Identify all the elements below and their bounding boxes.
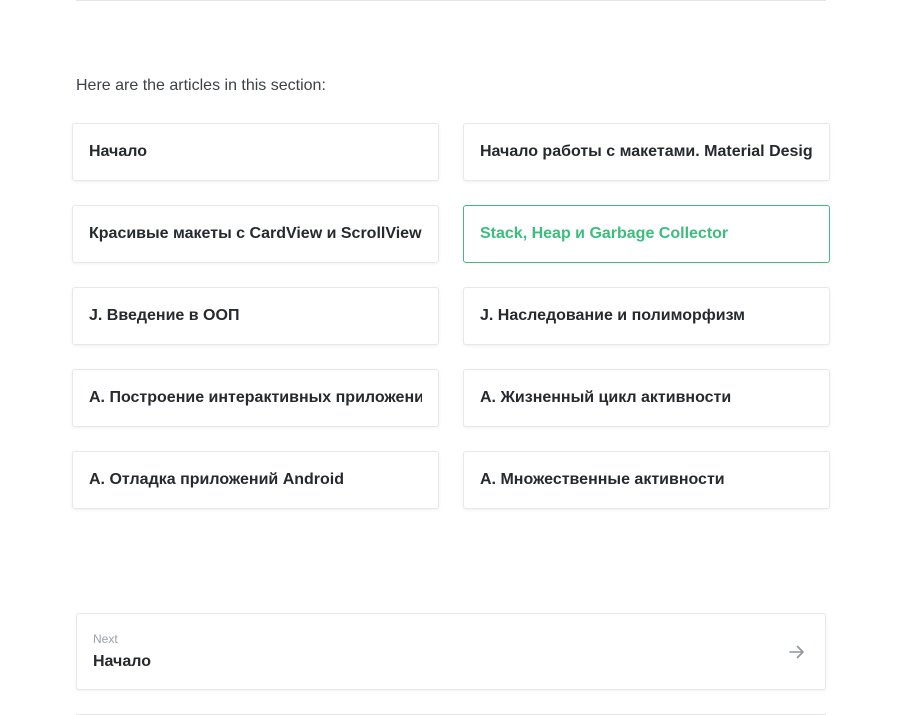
article-title: J. Введение в ООП: [89, 307, 240, 324]
article-title: A. Отладка приложений Android: [89, 471, 345, 488]
article-title: Stack, Heap и Garbage Collector: [480, 225, 729, 242]
top-divider: [76, 0, 826, 1]
next-label: Next: [93, 632, 118, 646]
article-card[interactable]: A. Жизненный цикл активности: [463, 369, 830, 427]
article-card-active[interactable]: Stack, Heap и Garbage Collector: [463, 205, 830, 263]
article-title: Начало работы с макетами. Material Desig…: [480, 143, 813, 160]
article-card[interactable]: Начало: [72, 123, 439, 181]
arrow-right-icon: [789, 645, 804, 659]
article-card[interactable]: A. Множественные активности: [463, 451, 830, 509]
page: Here are the articles in this section: Н…: [0, 0, 913, 715]
article-card[interactable]: Начало работы с макетами. Material Desig…: [463, 123, 830, 181]
article-card[interactable]: A. Отладка приложений Android: [72, 451, 439, 509]
article-title: Начало: [89, 143, 147, 160]
article-title: A. Множественные активности: [480, 471, 725, 488]
article-card[interactable]: J. Наследование и полиморфизм: [463, 287, 830, 345]
article-card[interactable]: A. Построение интерактивных приложений: [72, 369, 439, 427]
next-article-title: Начало: [93, 653, 151, 670]
article-title: A. Жизненный цикл активности: [480, 389, 732, 406]
section-intro: Here are the articles in this section:: [76, 77, 326, 94]
article-card[interactable]: J. Введение в ООП: [72, 287, 439, 345]
next-article-link[interactable]: Next Начало: [76, 613, 826, 690]
article-grid: Начало Начало работы с макетами. Materia…: [72, 123, 830, 509]
article-card[interactable]: Красивые макеты с CardView и ScrollView: [72, 205, 439, 263]
article-title: A. Построение интерактивных приложений: [89, 389, 422, 406]
article-title: Красивые макеты с CardView и ScrollView: [89, 225, 422, 242]
article-title: J. Наследование и полиморфизм: [480, 307, 746, 324]
